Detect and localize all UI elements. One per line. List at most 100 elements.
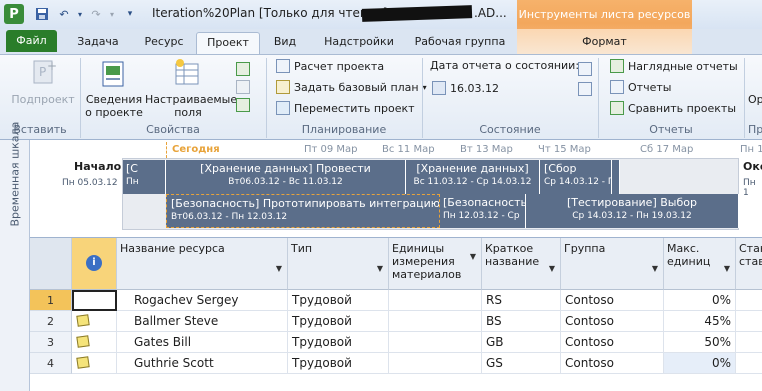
cell-material[interactable] [389, 311, 482, 332]
indicator-cell[interactable] [72, 332, 117, 353]
subproject-button[interactable]: Подпроект [8, 93, 78, 106]
set-baseline-label: Задать базовый план [294, 80, 419, 94]
redo-dropdown-icon[interactable]: ▾ [104, 6, 120, 22]
update-project-icon[interactable] [578, 62, 592, 76]
visual-reports-button[interactable]: Наглядные отчеты [610, 57, 738, 75]
cell-material[interactable] [389, 332, 482, 353]
timeline-task-bar[interactable]: [Тестирование] Выбор Ср 14.03.12 - Пн 19.… [526, 194, 739, 228]
cell-group[interactable]: Contoso [561, 353, 664, 374]
timeline-task-bar[interactable]: [СборСр 14.03.12 - Пт [540, 160, 612, 194]
column-header-group[interactable]: Группа ▼ [561, 238, 664, 290]
column-header-std-rate[interactable]: Стан став [736, 238, 762, 290]
calculate-project-button[interactable]: Расчет проекта [276, 57, 384, 75]
today-label: Сегодня [172, 144, 220, 155]
indicator-cell[interactable] [72, 353, 117, 374]
move-project-button[interactable]: Переместить проект [276, 99, 415, 117]
move-project-icon [276, 101, 290, 115]
visual-reports-label: Наглядные отчеты [628, 59, 738, 73]
cell-max-units[interactable]: 0% [664, 290, 736, 311]
change-working-time-icon[interactable] [236, 98, 250, 112]
undo-icon[interactable]: ↶ [56, 6, 72, 22]
cell-name[interactable]: Ballmer Steve [117, 311, 288, 332]
cell-type[interactable]: Трудовой [288, 311, 389, 332]
cell-std-rate[interactable] [736, 332, 762, 353]
cell-initials[interactable]: GB [482, 332, 561, 353]
calculate-label: Расчет проекта [294, 59, 385, 73]
calculator-icon [276, 59, 290, 73]
spelling-button[interactable]: Орф [748, 93, 762, 106]
wbs-icon[interactable] [236, 80, 250, 94]
timeline-side-label: Временная шкала [8, 121, 22, 227]
column-header-initials[interactable]: Краткое название ▼ [482, 238, 561, 290]
cell-type[interactable]: Трудовой [288, 353, 389, 374]
project-app-icon[interactable]: P [4, 4, 24, 24]
note-icon[interactable] [76, 356, 90, 369]
cell-max-units[interactable]: 0% [664, 353, 736, 374]
indicator-cell[interactable] [72, 311, 117, 332]
row-number[interactable]: 3 [30, 332, 72, 353]
cell-std-rate[interactable] [736, 353, 762, 374]
select-all-corner[interactable] [30, 238, 72, 290]
tab-resource[interactable]: Ресурс [136, 32, 192, 54]
column-header-material[interactable]: Единицы измерения материалов ▼ [389, 238, 482, 290]
tab-project[interactable]: Проект [196, 32, 260, 54]
cell-type[interactable]: Трудовой [288, 332, 389, 353]
cell-initials[interactable]: BS [482, 311, 561, 332]
timeline-task-bar[interactable]: [Хранение данных] Провести Вт06.03.12 - В… [166, 160, 406, 194]
cell-initials[interactable]: RS [482, 290, 561, 311]
update-progress-icon[interactable] [578, 82, 592, 96]
timeline-task-bar[interactable]: [Хранение данных] Вс 11.03.12 - Ср 14.03.… [406, 160, 540, 194]
cell-max-units[interactable]: 50% [664, 332, 736, 353]
project-info-button[interactable]: Сведения о проекте [84, 93, 144, 119]
reports-button[interactable]: Отчеты [610, 78, 671, 96]
row-number[interactable]: 1 [30, 290, 72, 311]
cell-initials[interactable]: GS [482, 353, 561, 374]
set-baseline-button[interactable]: Задать базовый план ▾ [276, 78, 427, 96]
column-header-type[interactable]: Тип ▼ [288, 238, 389, 290]
custom-fields-button[interactable]: Настраиваемые поля [145, 93, 237, 119]
contextual-tab-title: Инструменты листа ресурсов [518, 8, 691, 21]
column-header-max-units[interactable]: Макс. единиц ▼ [664, 238, 736, 290]
row-number[interactable]: 2 [30, 311, 72, 332]
cell-group[interactable]: Contoso [561, 332, 664, 353]
cell-type[interactable]: Трудовой [288, 290, 389, 311]
tab-view[interactable]: Вид [266, 32, 304, 54]
links-between-projects-icon[interactable] [236, 62, 250, 76]
status-date-button[interactable]: 16.03.12 [432, 79, 499, 97]
tab-team[interactable]: Рабочая группа [406, 32, 514, 54]
cell-name[interactable]: Gates Bill [117, 332, 288, 353]
undo-dropdown-icon[interactable]: ▾ [72, 6, 88, 22]
cell-std-rate[interactable] [736, 311, 762, 332]
timeline-task-bar-selected[interactable]: [Безопасность] Прототипировать интеграци… [166, 194, 440, 228]
indicators-column-header[interactable]: i [72, 238, 117, 290]
cell-name[interactable]: Rogachev Sergey [117, 290, 288, 311]
tab-format[interactable]: Формат [517, 32, 692, 54]
column-header-name[interactable]: Название ресурса ▼ [117, 238, 288, 290]
timeline-task-bar[interactable]: [С Пн [123, 160, 166, 194]
redo-icon[interactable]: ↷ [88, 6, 104, 22]
cell-std-rate[interactable] [736, 290, 762, 311]
indicator-cell-selected[interactable] [72, 290, 117, 311]
cell-material[interactable] [389, 290, 482, 311]
timeline-task-bar[interactable] [612, 160, 620, 194]
note-icon[interactable] [76, 335, 90, 348]
cell-max-units[interactable]: 45% [664, 311, 736, 332]
compare-projects-icon [610, 101, 624, 115]
tab-addins[interactable]: Надстройки [314, 32, 404, 54]
subproject-icon: P + [30, 58, 58, 86]
group-status-label: Состояние [479, 123, 541, 136]
customize-qat-icon[interactable]: ▾ [122, 6, 138, 22]
cell-group[interactable]: Contoso [561, 290, 664, 311]
group-scheduling-label: Планирование [301, 123, 387, 136]
row-number[interactable]: 4 [30, 353, 72, 374]
compare-projects-button[interactable]: Сравнить проекты [610, 99, 736, 117]
tab-file[interactable]: Файл [6, 30, 57, 52]
cell-name[interactable]: Guthrie Scott [117, 353, 288, 374]
cell-material[interactable] [389, 353, 482, 374]
timeline-task-bar[interactable]: [Безопасность Пн 12.03.12 - Ср [440, 194, 526, 228]
cell-group[interactable]: Contoso [561, 311, 664, 332]
note-icon[interactable] [76, 314, 90, 327]
view-bar [0, 238, 30, 391]
save-icon[interactable] [34, 6, 50, 22]
tab-task[interactable]: Задача [68, 32, 128, 54]
